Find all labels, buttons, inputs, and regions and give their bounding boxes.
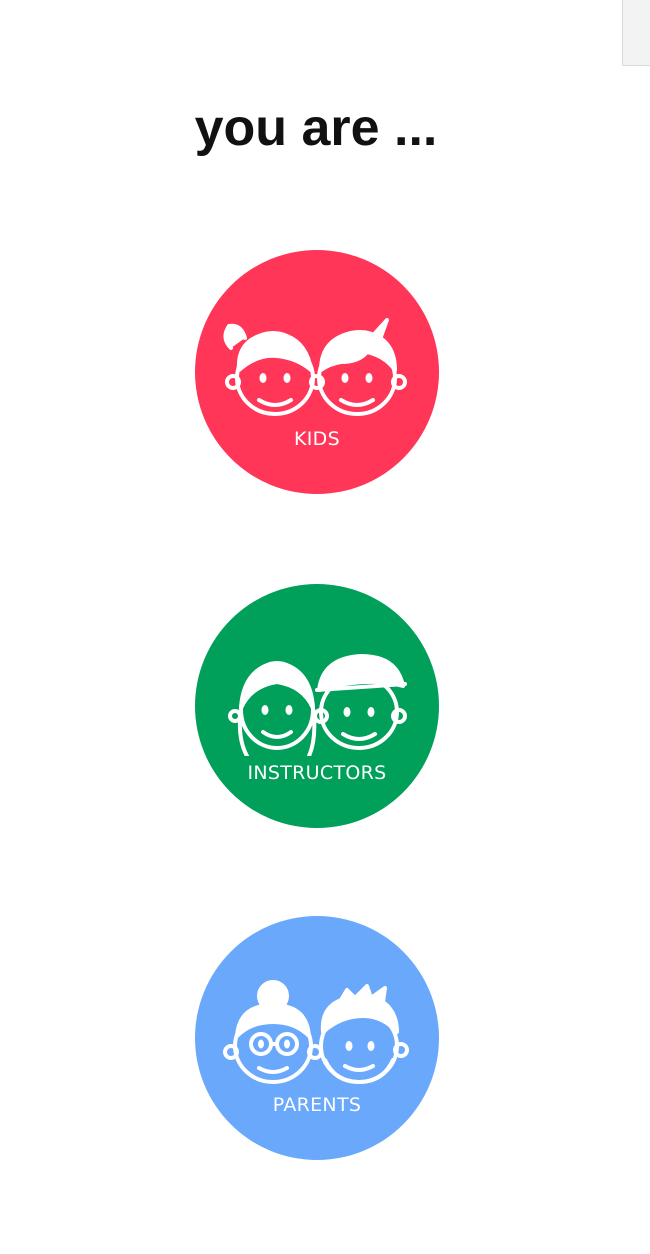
instructors-faces-icon — [228, 654, 407, 756]
instructors-button[interactable]: INSTRUCTORS — [195, 584, 439, 828]
parents-label: PARENTS — [272, 1094, 362, 1116]
instructors-label: INSTRUCTORS — [247, 762, 387, 784]
page-title: you are ... — [194, 99, 438, 157]
kids-button[interactable]: KIDS — [195, 250, 439, 494]
kids-faces-icon — [223, 318, 407, 416]
kids-label: KIDS — [294, 428, 340, 450]
parents-button[interactable]: PARENTS — [195, 916, 439, 1160]
parents-faces-icon — [223, 980, 409, 1084]
role-select-page: you are ... KIDS INSTRUCTORS PARENTS — [0, 0, 650, 1254]
corner-tab[interactable] — [622, 0, 650, 66]
